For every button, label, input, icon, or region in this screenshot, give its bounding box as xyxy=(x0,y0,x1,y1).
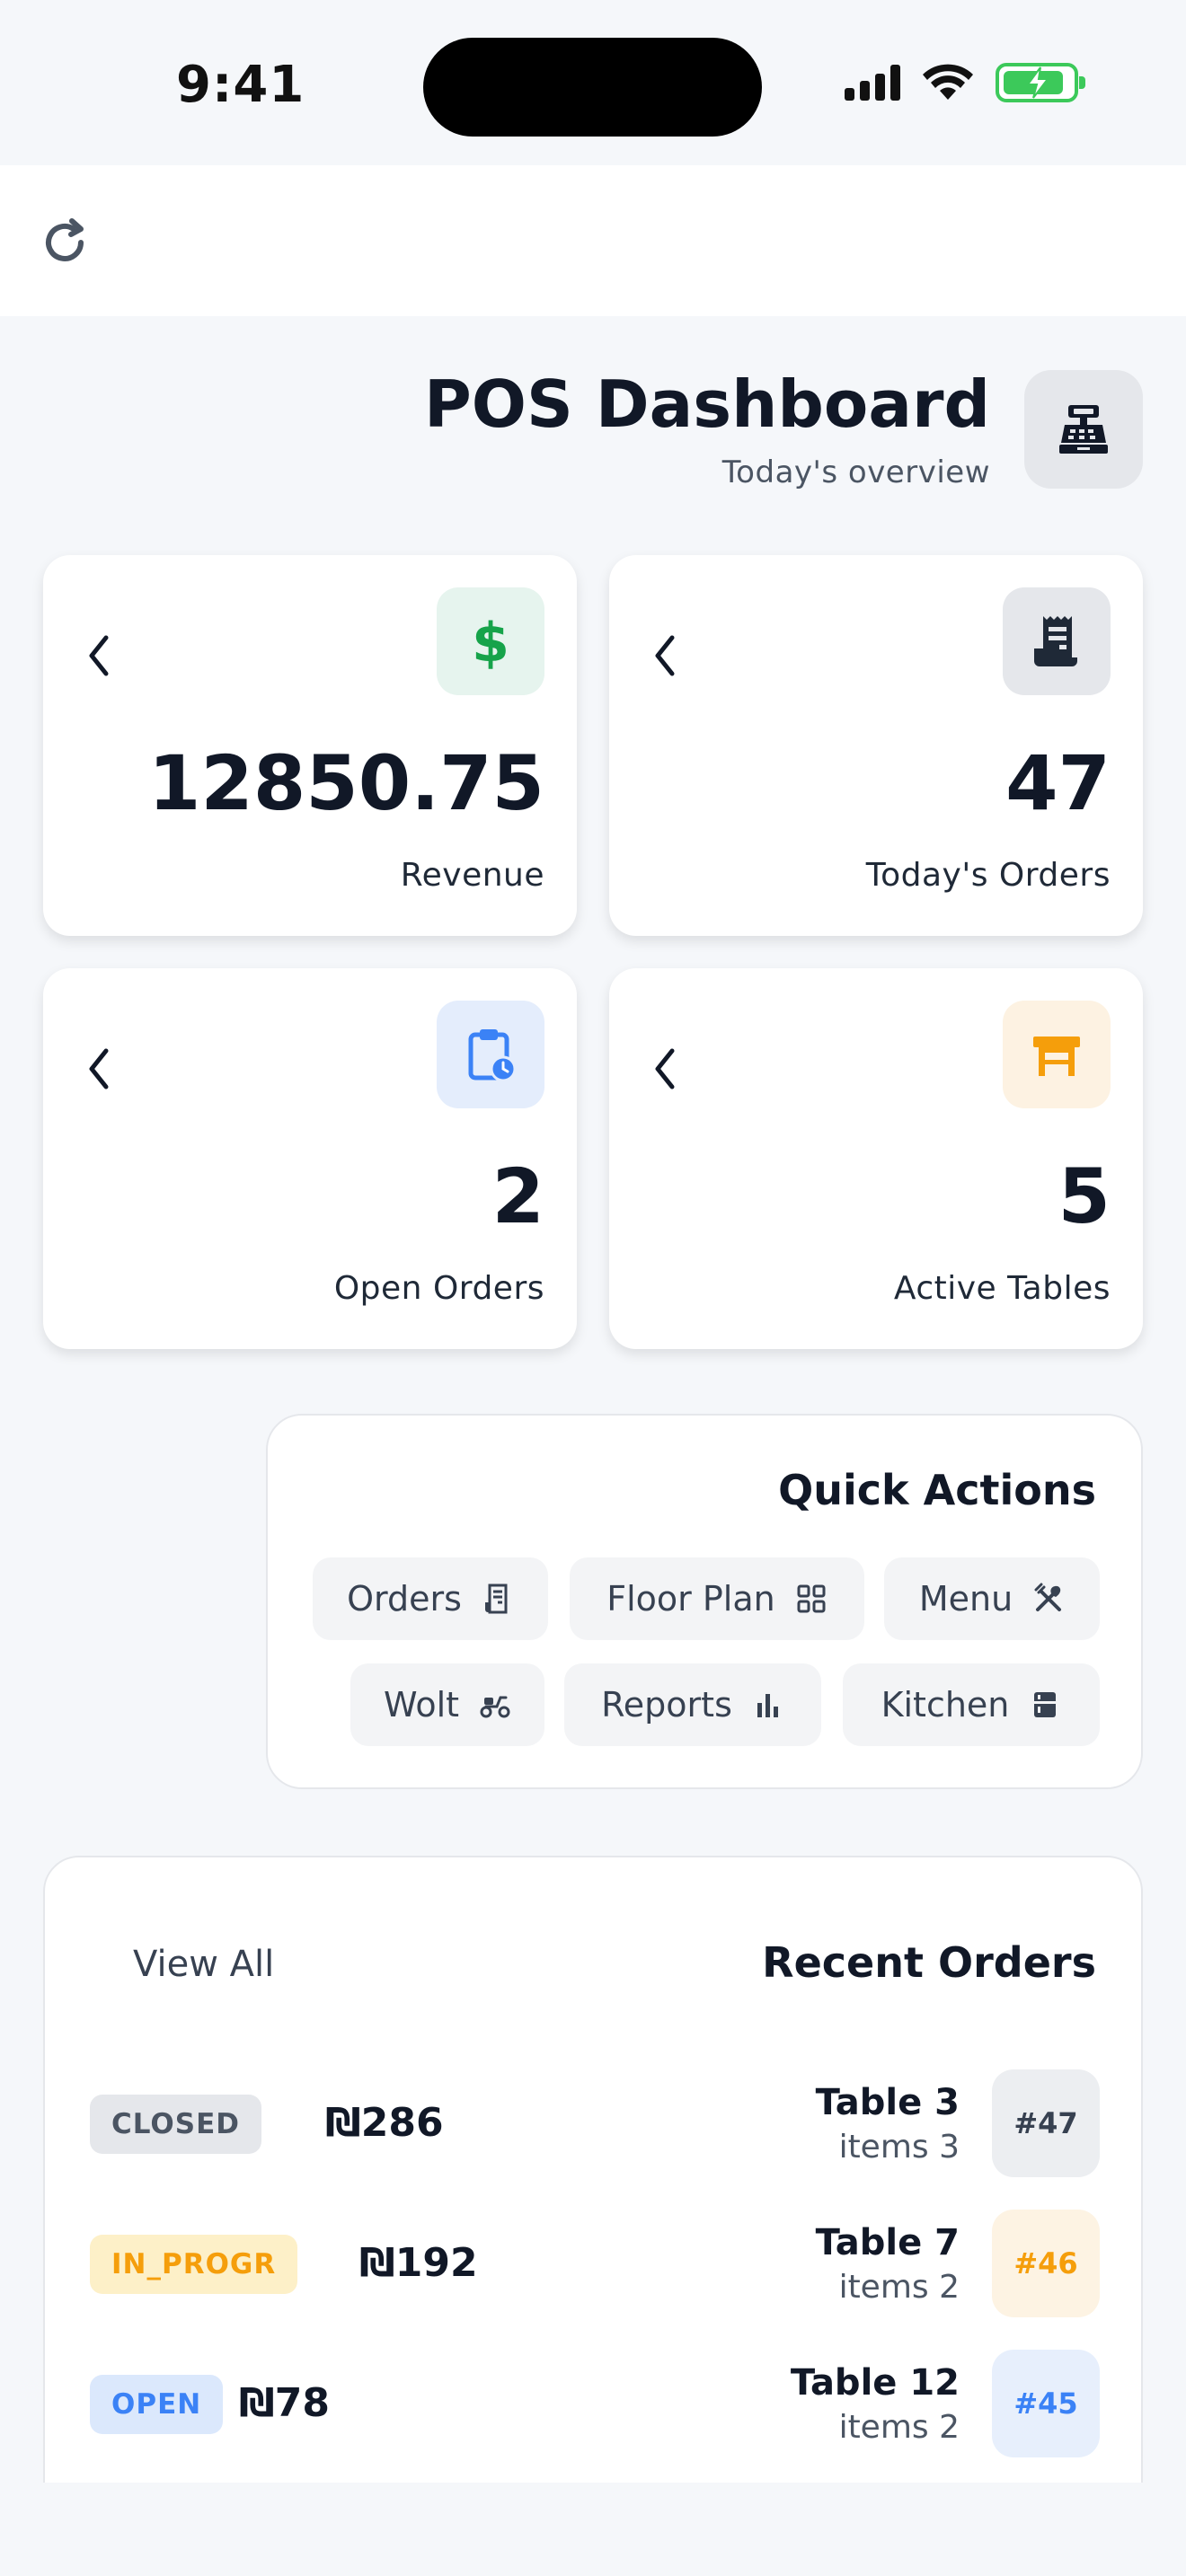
utensils-icon xyxy=(1034,1583,1062,1611)
stat-label: Active Tables xyxy=(893,1270,1111,1307)
top-bar xyxy=(0,165,1186,316)
quick-action-menu[interactable]: Menu xyxy=(884,1557,1100,1640)
receipt-icon xyxy=(484,1584,508,1614)
order-number-badge: #45 xyxy=(992,2350,1100,2457)
chevron-left-icon xyxy=(89,635,109,676)
status-badge: IN_PROGR xyxy=(90,2235,298,2294)
stat-label: Revenue xyxy=(400,857,544,894)
chevron-left-icon xyxy=(655,635,675,676)
stat-card-active-tables[interactable]: 5 Active Tables xyxy=(609,968,1143,1349)
stat-card-open-orders[interactable]: 2 Open Orders xyxy=(43,968,577,1349)
order-table: Table 12 xyxy=(790,2362,960,2404)
order-row[interactable]: #46 Table 7 items 2 IN_PROGR ₪192 xyxy=(90,2210,1100,2317)
stat-card-todays-orders[interactable]: 47 Today's Orders xyxy=(609,555,1143,936)
quick-action-label: Orders xyxy=(347,1579,462,1619)
status-bar: 9:41 xyxy=(0,0,1186,165)
stat-value: 47 xyxy=(1005,739,1111,827)
quick-action-orders[interactable]: Orders xyxy=(313,1557,548,1640)
charging-bolt-icon xyxy=(1026,66,1050,99)
receipt-icon xyxy=(1003,587,1111,695)
recent-orders-title: Recent Orders xyxy=(762,1938,1096,1987)
stat-value: 2 xyxy=(491,1152,544,1240)
wifi-icon xyxy=(923,64,973,100)
order-number-badge: #47 xyxy=(992,2069,1100,2177)
dynamic-island xyxy=(423,38,762,137)
battery-icon xyxy=(996,63,1085,102)
order-row[interactable]: #45 Table 12 items 2 OPEN ₪78 xyxy=(90,2350,1100,2457)
stat-value: 5 xyxy=(1058,1152,1111,1240)
order-items: items 3 xyxy=(838,2129,960,2166)
page-subtitle: Today's overview xyxy=(721,454,990,490)
order-table: Table 3 xyxy=(815,2082,960,2123)
order-table: Table 7 xyxy=(815,2222,960,2263)
quick-action-label: Reports xyxy=(601,1685,732,1725)
refresh-icon xyxy=(46,218,84,261)
order-items: items 2 xyxy=(838,2269,960,2306)
stat-card-revenue[interactable]: $ 12850.75 Revenue xyxy=(43,555,577,936)
scooter-icon xyxy=(480,1696,510,1718)
quick-actions-title: Quick Actions xyxy=(778,1466,1096,1514)
stat-label: Today's Orders xyxy=(865,857,1111,894)
quick-action-label: Wolt xyxy=(383,1685,460,1725)
quick-action-reports[interactable]: Reports xyxy=(564,1663,821,1746)
cash-register-icon xyxy=(1024,370,1143,489)
quick-action-label: Kitchen xyxy=(881,1685,1010,1725)
quick-action-kitchen[interactable]: Kitchen xyxy=(843,1663,1100,1746)
quick-action-floor-plan[interactable]: Floor Plan xyxy=(570,1557,864,1640)
quick-action-wolt[interactable]: Wolt xyxy=(350,1663,544,1746)
chevron-left-icon xyxy=(89,1048,109,1090)
quick-actions-panel: Quick Actions Orders Floor Plan Menu Wol… xyxy=(266,1414,1143,1789)
recent-orders-panel: View All Recent Orders #47 Table 3 items… xyxy=(43,1856,1143,2576)
refresh-button[interactable] xyxy=(36,214,93,271)
status-badge: OPEN xyxy=(90,2375,224,2434)
order-amount: ₪78 xyxy=(239,2380,331,2426)
dashboard-header: POS Dashboard Today's overview xyxy=(424,370,1143,490)
status-time: 9:41 xyxy=(176,56,305,114)
order-number-badge: #46 xyxy=(992,2210,1100,2317)
status-badge: CLOSED xyxy=(90,2095,261,2154)
order-row[interactable]: #47 Table 3 items 3 CLOSED ₪286 xyxy=(90,2069,1100,2177)
stat-value: 12850.75 xyxy=(147,739,544,827)
clipboard-clock-icon xyxy=(437,1001,544,1108)
quick-action-label: Menu xyxy=(918,1579,1013,1619)
order-amount: ₪286 xyxy=(325,2100,444,2146)
kitchen-icon xyxy=(1034,1692,1057,1717)
status-icons xyxy=(845,63,1085,102)
table-icon xyxy=(1003,1001,1111,1108)
quick-action-label: Floor Plan xyxy=(606,1579,775,1619)
bottom-area xyxy=(0,2483,1186,2576)
bar-chart-icon xyxy=(757,1694,778,1717)
order-amount: ₪192 xyxy=(359,2240,478,2286)
page-title: POS Dashboard xyxy=(424,366,990,442)
view-all-link[interactable]: View All xyxy=(133,1944,274,1985)
dollar-icon: $ xyxy=(437,587,544,695)
order-items: items 2 xyxy=(838,2409,960,2446)
svg-text:$: $ xyxy=(472,613,509,670)
grid-icon xyxy=(797,1584,826,1613)
chevron-left-icon xyxy=(655,1048,675,1090)
cellular-signal-icon xyxy=(845,65,900,101)
stat-label: Open Orders xyxy=(333,1270,544,1307)
